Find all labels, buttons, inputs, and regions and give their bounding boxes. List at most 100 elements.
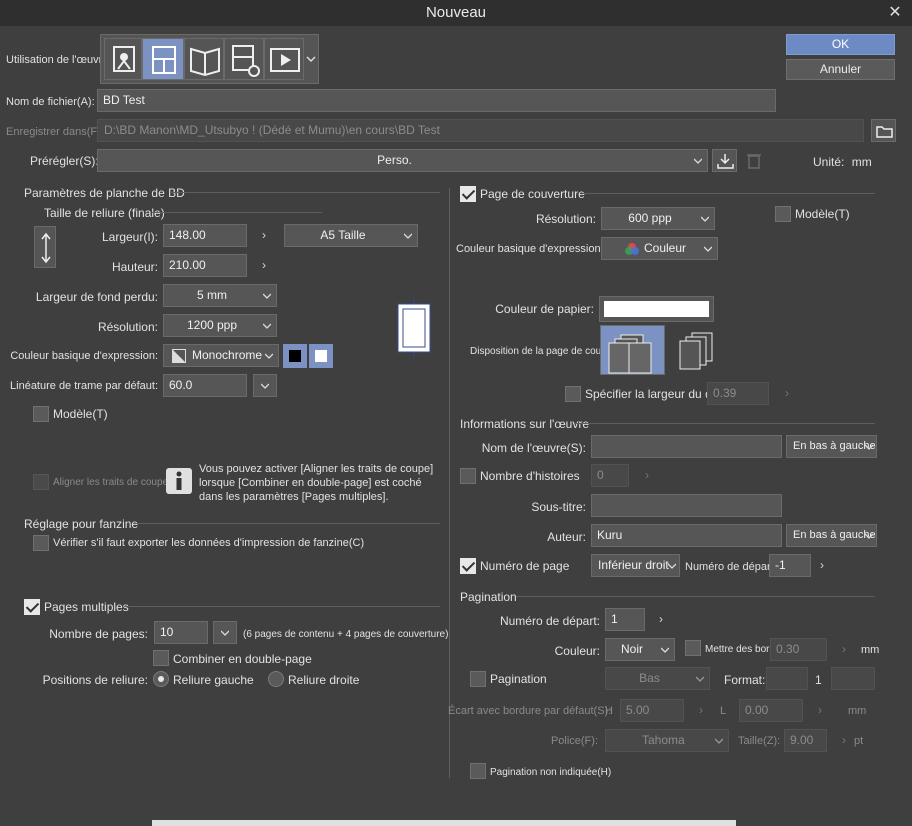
pag-start-input[interactable]: 1 — [605, 608, 645, 631]
paper-color-label: Couleur de papier: — [495, 302, 594, 316]
resolution-combo[interactable]: 1200 ppp — [163, 314, 277, 337]
chevron-right-icon[interactable]: › — [816, 554, 828, 577]
close-icon[interactable]: ✕ — [886, 0, 904, 26]
cover-layout-option-2[interactable] — [670, 325, 735, 375]
info-icon — [166, 468, 192, 494]
author-pos-value: En bas à gauche — [793, 529, 876, 541]
color-combo[interactable]: Monochrome — [163, 344, 279, 367]
resolution-value: 1200 ppp — [186, 318, 238, 332]
pag-color-value: Noir — [620, 642, 643, 656]
page-preview — [396, 300, 432, 356]
chevron-right-icon[interactable]: › — [258, 224, 270, 247]
work-name-position-combo[interactable]: En bas à gauche — [786, 435, 877, 458]
white-swatch — [315, 350, 327, 362]
work-name-input[interactable] — [591, 435, 782, 458]
chevron-down-icon — [263, 292, 271, 300]
binding-left-radio[interactable] — [153, 671, 169, 687]
spine-input: 0.39 — [707, 382, 769, 405]
usage-label: Utilisation de l'œuvre: — [6, 54, 112, 66]
cover-checkbox[interactable] — [460, 186, 476, 202]
page-number-checkbox[interactable] — [460, 558, 476, 574]
pag-color-combo[interactable]: Noir — [605, 638, 675, 661]
paper-color-button[interactable] — [599, 296, 714, 322]
chevron-right-icon[interactable]: › — [655, 608, 667, 631]
pagination-checkbox[interactable] — [470, 671, 486, 687]
gap-l-label: L — [720, 705, 727, 717]
subtitle-label: Sous-titre: — [531, 500, 586, 514]
settings-page-icon[interactable] — [224, 38, 264, 80]
binding-left-label: Reliure gauche — [173, 673, 254, 687]
width-input[interactable]: 148.00 — [163, 224, 247, 247]
binding-pos-label: Positions de reliure: — [42, 673, 148, 687]
spine-checkbox[interactable] — [565, 386, 581, 402]
chevron-down-icon — [696, 675, 704, 683]
cover-resolution-value: 600 ppp — [628, 211, 672, 225]
section-title-comic: Paramètres de planche de BD — [24, 186, 185, 200]
hidden-pagination-checkbox[interactable] — [470, 763, 486, 779]
stories-checkbox[interactable] — [460, 468, 476, 484]
info-text: Vous pouvez activer [Aligner les traits … — [199, 462, 433, 504]
screentone-input[interactable]: 60.0 — [163, 374, 247, 397]
author-label: Auteur: — [547, 530, 586, 544]
cover-color-combo[interactable]: Couleur — [601, 237, 718, 260]
format-label: Format: — [724, 673, 766, 687]
combine-checkbox[interactable] — [153, 650, 169, 666]
size-unit: pt — [854, 735, 864, 747]
page-number-position-combo[interactable]: Inférieur droit — [591, 554, 680, 577]
book-icon[interactable] — [184, 38, 224, 80]
edges-checkbox[interactable] — [685, 640, 701, 656]
cancel-button[interactable]: Annuler — [786, 59, 895, 80]
white-swatch-button[interactable] — [309, 344, 333, 368]
cover-title: Page de couverture — [480, 187, 585, 201]
size-preset-value: A5 Taille — [320, 228, 366, 242]
multi-pages-checkbox[interactable] — [24, 599, 40, 615]
chevron-right-icon[interactable]: › — [258, 254, 270, 277]
height-input[interactable]: 210.00 — [163, 254, 247, 277]
cover-template-checkbox[interactable] — [775, 206, 791, 222]
animation-icon[interactable] — [264, 38, 304, 80]
save-preset-icon[interactable] — [712, 149, 737, 172]
binding-right-radio[interactable] — [268, 671, 284, 687]
chevron-down-icon — [704, 245, 712, 253]
resolution-label: Résolution: — [97, 320, 158, 334]
page-number-pos-value: Inférieur droit — [598, 558, 669, 572]
pages-label: Nombre de pages: — [49, 627, 148, 641]
author-position-combo[interactable]: En bas à gauche — [786, 524, 877, 547]
chevron-down-icon[interactable] — [304, 38, 318, 80]
comic-icon[interactable] — [142, 38, 184, 80]
illustration-icon[interactable] — [104, 38, 142, 80]
pages-input[interactable]: 10 — [154, 621, 208, 644]
size-label: Taille(Z): — [738, 735, 781, 747]
bleed-combo[interactable]: 5 mm — [163, 284, 277, 307]
align-checkbox — [33, 474, 49, 490]
spine-label: Spécifier la largeur du dos — [585, 387, 725, 401]
preset-combo[interactable]: Perso. — [97, 149, 708, 172]
cover-resolution-combo[interactable]: 600 ppp — [601, 207, 715, 230]
pagination-pos-value: Bas — [639, 671, 660, 685]
info-text-line: Vous pouvez activer [Aligner les traits … — [199, 463, 434, 475]
pagination-title: Pagination — [460, 590, 517, 604]
screentone-dropdown[interactable] — [253, 374, 277, 397]
template-checkbox[interactable] — [33, 406, 49, 422]
unit-label: Unité: mm — [813, 155, 872, 169]
filename-input[interactable]: BD Test — [97, 89, 776, 112]
bleed-label: Largeur de fond perdu: — [35, 290, 158, 304]
rotate-icon[interactable] — [34, 226, 56, 268]
subtitle-input[interactable] — [591, 494, 782, 517]
color-value: Monochrome — [192, 348, 263, 362]
divider — [133, 523, 440, 524]
cover-layout-option-1[interactable] — [600, 325, 665, 375]
divider — [575, 423, 875, 424]
pages-dropdown[interactable] — [213, 621, 237, 644]
fanzine-checkbox[interactable] — [33, 535, 49, 551]
start-number-input[interactable]: -1 — [769, 554, 811, 577]
stories-label: Nombre d'histoires — [480, 469, 580, 483]
folder-open-icon[interactable] — [871, 119, 896, 142]
size-preset-combo[interactable]: A5 Taille — [284, 224, 418, 247]
font-value: Tahoma — [642, 733, 685, 747]
author-input[interactable]: Kuru — [591, 524, 782, 547]
ok-button[interactable]: OK — [786, 34, 895, 55]
black-swatch-button[interactable] — [283, 344, 307, 368]
hidden-pagination-label: Pagination non indiquée(H) — [490, 767, 612, 778]
divider — [152, 212, 322, 213]
